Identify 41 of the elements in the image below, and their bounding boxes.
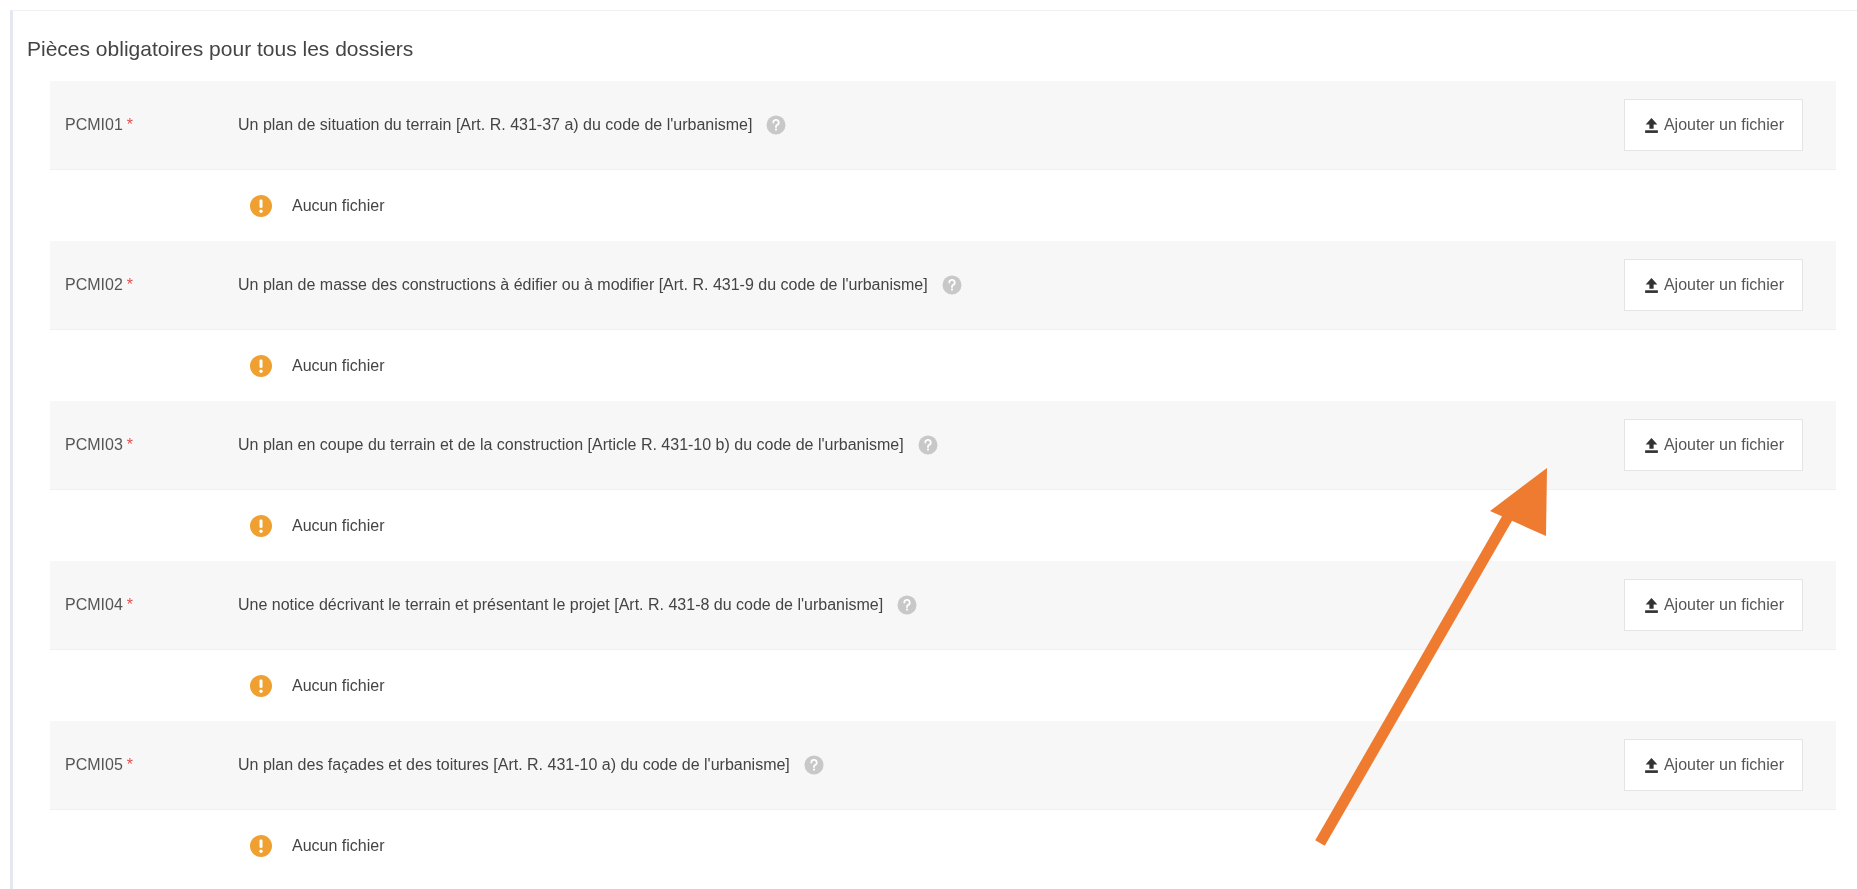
warning-icon: [250, 674, 272, 697]
warning-icon: [250, 834, 272, 857]
document-description: Un plan des façades et des toitures [Art. R. 431-10 a) du code de l'urbanisme]: [238, 756, 790, 774]
help-icon[interactable]: [766, 115, 787, 135]
status-text: Aucun fichier: [292, 356, 385, 375]
add-file-button[interactable]: Ajouter un fichier: [1623, 419, 1803, 471]
status-text: Aucun fichier: [292, 676, 385, 695]
warning-icon: [250, 354, 272, 377]
document-code: PCMI02: [65, 276, 123, 293]
document-code: PCMI01: [65, 116, 123, 133]
upload-icon: [1642, 596, 1660, 614]
status-text: Aucun fichier: [292, 196, 385, 215]
required-mark: *: [126, 436, 134, 453]
add-file-button[interactable]: Ajouter un fichier: [1623, 579, 1803, 631]
required-mark: *: [126, 116, 134, 133]
add-file-button[interactable]: Ajouter un fichier: [1623, 259, 1803, 311]
document-description: Un plan en coupe du terrain et de la construction [Article R. 431-10 b) du code de l'urbanisme]: [238, 436, 904, 454]
document-description: Un plan de situation du terrain [Art. R. 431-37 a) du code de l'urbanisme]: [238, 116, 753, 134]
help-icon[interactable]: [941, 275, 962, 295]
status-text: Aucun fichier: [292, 836, 385, 855]
add-file-button[interactable]: Ajouter un fichier: [1623, 99, 1803, 151]
required-mark: *: [126, 756, 134, 773]
document-code: PCMI05: [65, 756, 123, 773]
upload-icon: [1642, 436, 1660, 454]
status-text: Aucun fichier: [292, 516, 385, 535]
help-icon[interactable]: [917, 435, 938, 455]
document-code: PCMI03: [65, 436, 123, 453]
upload-icon: [1642, 276, 1660, 294]
required-mark: *: [126, 596, 134, 613]
warning-icon: [250, 514, 272, 537]
help-icon[interactable]: [803, 755, 824, 775]
document-code: PCMI04: [65, 596, 123, 613]
section-title: Pièces obligatoires pour tous les dossiers: [26, 37, 415, 61]
help-icon[interactable]: [897, 595, 918, 615]
add-file-button[interactable]: Ajouter un fichier: [1623, 739, 1803, 791]
warning-icon: [250, 194, 272, 217]
document-description: Un plan de masse des constructions à édifier ou à modifier [Art. R. 431-9 du code de l'urbanisme]: [238, 276, 928, 294]
document-description: Une notice décrivant le terrain et présentant le projet [Art. R. 431-8 du code de l'urbanisme]: [238, 596, 884, 614]
upload-icon: [1642, 116, 1660, 134]
upload-icon: [1642, 756, 1660, 774]
required-mark: *: [126, 276, 134, 293]
